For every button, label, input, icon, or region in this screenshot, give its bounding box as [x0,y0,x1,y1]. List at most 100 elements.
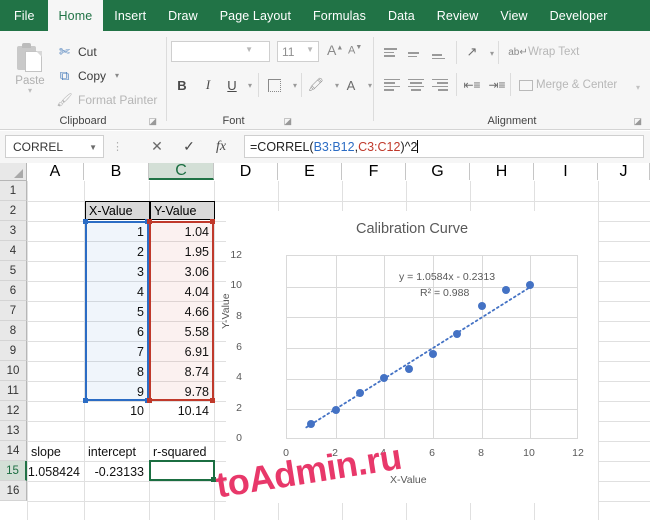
cell-b12[interactable]: 10 [85,401,147,420]
paste-button[interactable]: Paste ▾ [6,37,54,109]
column-header-h[interactable]: H [470,163,534,180]
cell-c6[interactable]: 4.04 [150,282,212,301]
underline-chevron-down-icon[interactable]: ▾ [240,75,260,95]
increase-font-size-button[interactable]: A▲ [327,42,343,58]
insert-function-button[interactable]: fx [210,135,232,158]
cell-b7[interactable]: 5 [85,302,147,321]
tab-data[interactable]: Data [377,0,426,31]
format-painter-button[interactable]: 🖌 Format Painter [56,89,157,110]
row-header-12[interactable]: 12 [0,401,27,421]
column-header-i[interactable]: I [534,163,598,180]
enter-formula-button[interactable]: ✓ [178,135,200,158]
column-header-a[interactable]: A [27,163,84,180]
cell-c7[interactable]: 4.66 [150,302,212,321]
select-all-corner[interactable] [0,163,27,181]
name-box[interactable]: CORREL ▼ [5,135,104,158]
underline-button[interactable]: U [222,75,242,95]
column-header-c[interactable]: C [149,163,214,180]
cell-c4[interactable]: 1.95 [150,242,212,261]
tab-insert[interactable]: Insert [103,0,157,31]
row-header-9[interactable]: 9 [0,341,27,361]
column-header-j[interactable]: J [598,163,650,180]
cell-c9[interactable]: 6.91 [150,342,212,361]
cut-button[interactable]: ✄ Cut [56,41,97,62]
chevron-down-icon[interactable]: ▼ [306,45,314,54]
borders-chevron-down-icon[interactable]: ▾ [285,75,305,95]
row-header-14[interactable]: 14 [0,441,27,461]
align-left-button[interactable] [382,75,402,94]
column-header-d[interactable]: D [214,163,278,180]
row-header-6[interactable]: 6 [0,281,27,301]
cell-b3[interactable]: 1 [85,222,147,241]
wrap-text-button[interactable]: Wrap Text [528,46,579,58]
column-header-e[interactable]: E [278,163,342,180]
cell-c10[interactable]: 8.74 [150,362,212,381]
cell-b10[interactable]: 8 [85,362,147,381]
row-header-1[interactable]: 1 [0,181,27,201]
row-header-15[interactable]: 15 [0,461,27,481]
chevron-down-icon[interactable]: ▼ [245,45,253,54]
font-dialog-launcher[interactable]: ◪ [283,117,292,126]
row-header-11[interactable]: 11 [0,381,27,401]
decrease-font-size-button[interactable]: A▼ [348,44,362,57]
orientation-chevron-down-icon[interactable]: ▾ [482,43,502,63]
chevron-down-icon[interactable]: ▼ [89,143,97,152]
align-top-button[interactable] [382,43,402,62]
align-right-button[interactable] [430,75,450,94]
fill-color-button[interactable]: 🖍 [306,75,326,95]
cell-c3[interactable]: 1.04 [150,222,212,241]
font-color-button[interactable]: A [341,75,361,95]
cell-b2[interactable]: X-Value [85,201,150,220]
alignment-dialog-launcher[interactable]: ◪ [633,117,642,126]
cell-c2[interactable]: Y-Value [150,201,215,220]
formula-bar-grip[interactable]: ⋮ [112,140,123,153]
tab-developer[interactable]: Developer [539,0,619,31]
cell-b11[interactable]: 9 [85,382,147,401]
cell-c5[interactable]: 3.06 [150,262,212,281]
font-name-input[interactable]: ▼ [171,41,270,62]
cell-b4[interactable]: 2 [85,242,147,261]
align-middle-button[interactable] [406,45,426,64]
row-header-3[interactable]: 3 [0,221,27,241]
tab-draw[interactable]: Draw [157,0,209,31]
align-center-button[interactable] [406,75,426,94]
cell-b5[interactable]: 3 [85,262,147,281]
row-header-2[interactable]: 2 [0,201,27,221]
column-header-f[interactable]: F [342,163,406,180]
chevron-down-icon[interactable]: ▾ [6,86,54,95]
tab-formulas[interactable]: Formulas [302,0,377,31]
column-header-b[interactable]: B [84,163,149,180]
row-header-8[interactable]: 8 [0,321,27,341]
tab-view[interactable]: View [489,0,538,31]
align-bottom-button[interactable] [430,47,450,66]
cell-b9[interactable]: 7 [85,342,147,361]
cell-b15[interactable]: -0.23133 [85,462,147,481]
cell-b6[interactable]: 4 [85,282,147,301]
decrease-indent-button[interactable]: ⇤≡ [462,75,482,95]
row-header-10[interactable]: 10 [0,361,27,381]
row-header-13[interactable]: 13 [0,421,27,441]
active-cell-c15[interactable] [149,460,216,482]
cell-c14[interactable]: r-squared [150,442,214,461]
cell-a14[interactable]: slope [28,442,84,461]
tab-home[interactable]: Home [47,0,104,31]
increase-indent-button[interactable]: ⇥≡ [487,75,507,95]
row-header-4[interactable]: 4 [0,241,27,261]
cell-c11[interactable]: 9.78 [150,382,212,401]
cancel-formula-button[interactable]: ✕ [146,135,168,158]
merge-center-button[interactable] [516,75,536,95]
chevron-down-icon[interactable]: ▾ [115,71,119,80]
text-orientation-button[interactable]: ↗ [462,42,482,62]
clipboard-dialog-launcher[interactable]: ◪ [148,117,157,126]
formula-input[interactable]: =CORREL(B3:B12,C3:C12)^2 [244,135,644,158]
row-header-5[interactable]: 5 [0,261,27,281]
cell-c12[interactable]: 10.14 [150,401,212,420]
row-header-7[interactable]: 7 [0,301,27,321]
italic-button[interactable]: I [198,75,218,95]
row-header-16[interactable]: 16 [0,481,27,501]
tab-review[interactable]: Review [426,0,490,31]
tab-file[interactable]: File [0,0,48,31]
copy-button[interactable]: ⧉ Copy ▾ [56,65,119,86]
cell-b8[interactable]: 6 [85,322,147,341]
column-header-g[interactable]: G [406,163,470,180]
